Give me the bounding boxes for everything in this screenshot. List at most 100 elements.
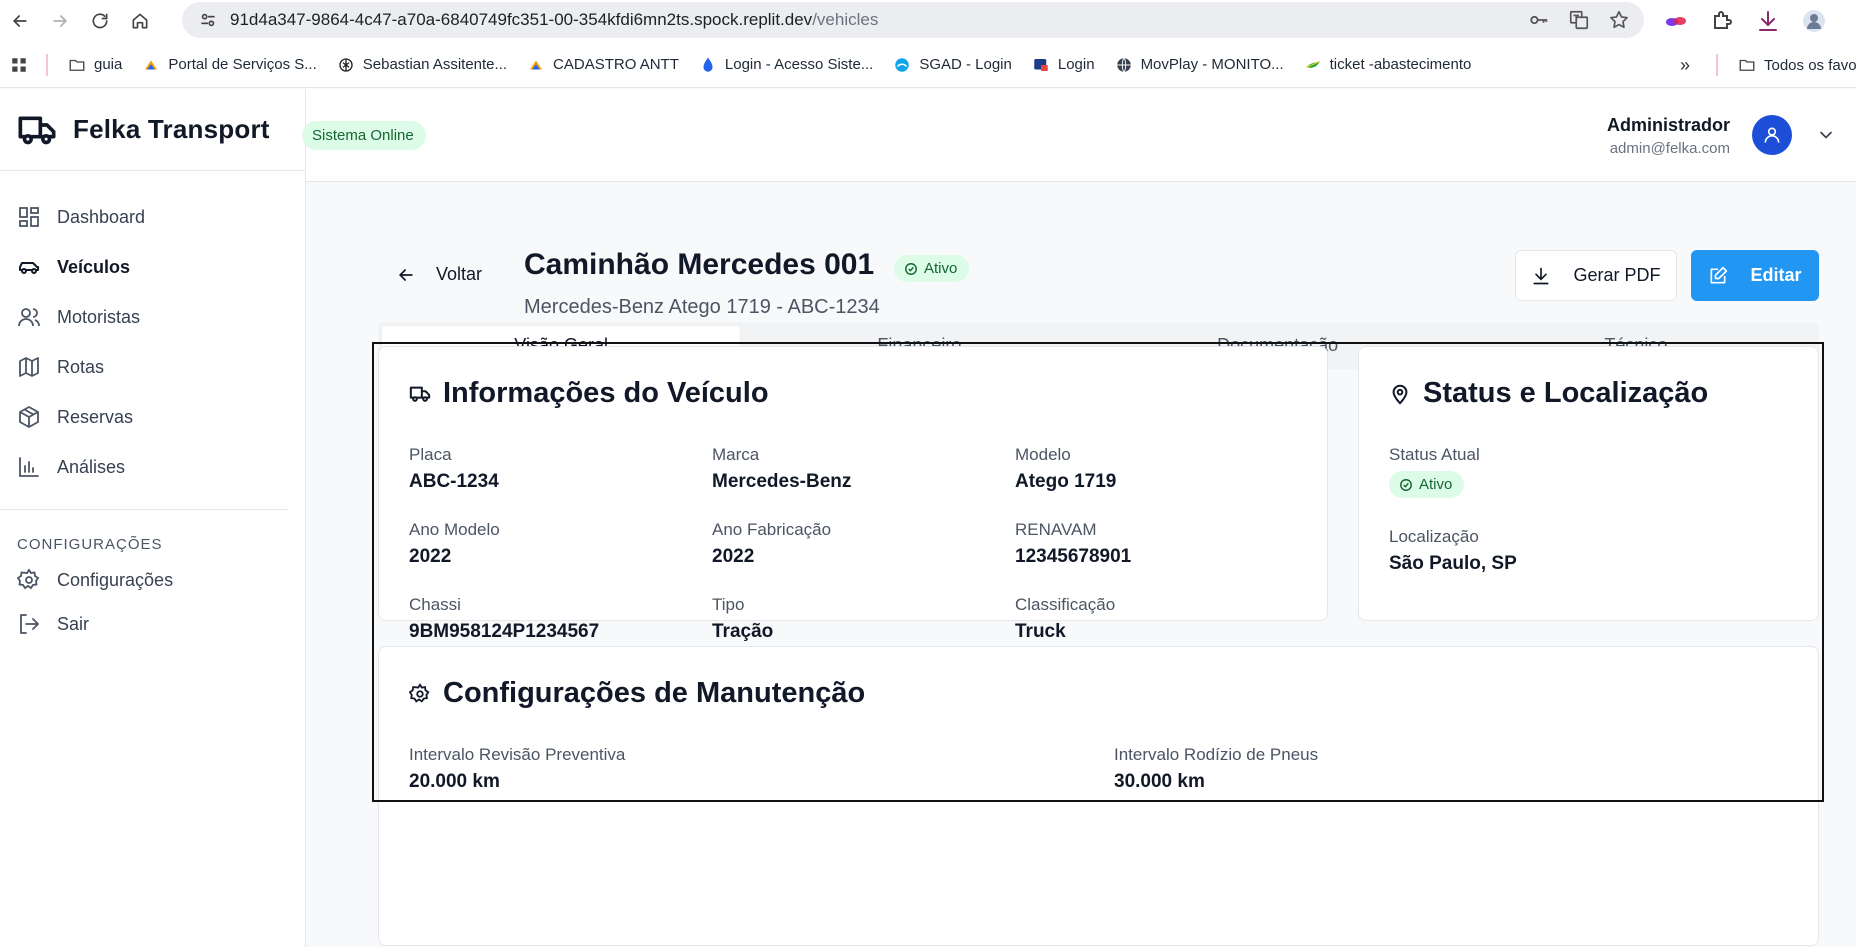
status-label: Ativo [924, 260, 958, 277]
card-title: Informações do Veículo [409, 377, 769, 410]
browser-toolbar: 91d4a347-9864-4c47-a70a-6840749fc351-00-… [0, 0, 1856, 42]
sidebar-item-dashboard[interactable]: Dashboard [0, 192, 305, 242]
user-icon [1764, 127, 1780, 143]
field-value: 12345678901 [1015, 546, 1132, 567]
card-title: Configurações de Manutenção [409, 677, 865, 710]
edit-label: Editar [1750, 265, 1802, 285]
gov-icon [145, 60, 158, 69]
sidebar-item-label: Dashboard [57, 206, 146, 227]
status-badge: Ativo [894, 255, 970, 282]
url-path: /vehicles [812, 10, 879, 29]
profile-avatar-icon[interactable] [1802, 9, 1826, 33]
gear-icon [17, 568, 40, 590]
bookmark-movplay[interactable]: MovPlay - MONITO... [1115, 56, 1284, 74]
field-classificacao: Classificação Truck [1015, 595, 1115, 643]
field-value: 20.000 km [409, 771, 500, 792]
sidebar-item-label: Veículos [57, 256, 131, 277]
field-value: Mercedes-Benz [712, 471, 852, 492]
field-label: Intervalo Revisão Preventiva [409, 745, 626, 764]
field-label: Status Atual [1389, 445, 1480, 464]
bookmark-sgad[interactable]: SGAD - Login [893, 56, 1012, 74]
all-bookmarks[interactable]: Todos os favo [1738, 42, 1856, 88]
reload-icon[interactable] [80, 0, 120, 42]
logout-icon [20, 614, 39, 634]
bookmark-antt[interactable]: CADASTRO ANTT [527, 56, 679, 74]
status-badge: Ativo [1389, 471, 1465, 498]
field-value: São Paulo, SP [1389, 553, 1517, 574]
bookmark-login-acesso[interactable]: Login - Acesso Siste... [699, 56, 873, 74]
bookmark-sebastian[interactable]: Sebastian Assitente... [337, 56, 507, 74]
truck-logo-icon [18, 116, 56, 144]
sidebar-item-reservas[interactable]: Reservas [0, 392, 305, 442]
all-bookmarks-label: Todos os favo [1764, 56, 1856, 74]
field-label: Ano Fabricação [712, 520, 832, 539]
system-online-badge: Sistema Online [302, 121, 426, 150]
apps-grid-icon[interactable] [10, 56, 28, 74]
card-title: Status e Localização [1389, 377, 1708, 410]
field-localizacao: Localização São Paulo, SP [1389, 527, 1517, 575]
edit-button[interactable]: Editar [1691, 250, 1819, 301]
bookmark-label: Portal de Serviços S... [168, 56, 317, 73]
card-title-text: Informações do Veículo [443, 377, 769, 409]
bookmark-label: Login [1057, 56, 1095, 73]
download-icon[interactable] [1756, 9, 1780, 33]
sidebar-item-motoristas[interactable]: Motoristas [0, 292, 305, 342]
field-chassi: Chassi 9BM958124P1234567 [409, 595, 599, 643]
key-icon[interactable] [1528, 9, 1550, 31]
user-info[interactable]: Administrador admin@felka.com [1607, 115, 1730, 157]
bookmark-label: guia [94, 56, 123, 73]
gov-icon [530, 60, 543, 69]
address-bar[interactable]: 91d4a347-9864-4c47-a70a-6840749fc351-00-… [182, 2, 1644, 38]
bookmark-ticket[interactable]: ticket -abastecimento [1304, 56, 1471, 74]
card-title-text: Status e Localização [1423, 377, 1709, 409]
app-root: Felka Transport Dashboard Veículos Motor… [0, 89, 1856, 947]
generate-pdf-button[interactable]: Gerar PDF [1515, 250, 1677, 301]
bookmark-portal[interactable]: Portal de Serviços S... [142, 56, 317, 74]
chevron-down-icon[interactable] [1816, 125, 1836, 145]
more-bookmarks-chevron-icon[interactable]: » [1680, 42, 1690, 88]
bookmark-separator [1716, 54, 1718, 76]
brand[interactable]: Felka Transport [0, 89, 305, 171]
field-label: Ano Modelo [409, 520, 500, 539]
translate-icon[interactable] [1568, 9, 1590, 31]
top-header: Sistema Online Administrador admin@felka… [302, 89, 1856, 182]
field-label: RENAVAM [1015, 520, 1097, 539]
field-renavam: RENAVAM 12345678901 [1015, 520, 1131, 568]
leaf-icon [1305, 60, 1320, 68]
bookmark-label: MovPlay - MONITO... [1140, 56, 1284, 73]
sidebar-item-sair[interactable]: Sair [0, 602, 305, 646]
sidebar-item-rotas[interactable]: Rotas [0, 342, 305, 392]
status-label: Ativo [1419, 476, 1453, 493]
sidebar-divider [0, 509, 289, 510]
back-button[interactable]: Voltar [396, 264, 482, 285]
users-icon [18, 308, 40, 327]
site-settings-icon[interactable] [198, 10, 218, 30]
bookmark-guia[interactable]: guia [68, 56, 122, 74]
extension-glasses-icon[interactable] [1664, 9, 1688, 33]
sidebar-item-label: Reservas [57, 406, 134, 427]
back-arrow-icon[interactable] [0, 0, 40, 42]
user-email: admin@felka.com [1609, 140, 1730, 157]
avatar[interactable] [1752, 115, 1792, 155]
sidebar-item-veiculos[interactable]: Veículos [0, 242, 305, 292]
sidebar-item-analises[interactable]: Análises [0, 442, 305, 492]
star-icon[interactable] [1608, 9, 1630, 31]
globe-icon [1116, 57, 1131, 72]
drop-icon [703, 57, 713, 72]
forward-arrow-icon[interactable] [40, 0, 80, 42]
package-icon [19, 406, 39, 428]
field-label: Classificação [1015, 595, 1116, 614]
bookmark-login[interactable]: Login [1032, 56, 1095, 74]
sidebar-item-configuracoes[interactable]: Configurações [0, 558, 305, 602]
bookmarks-bar: guia Portal de Serviços S... Sebastian A… [0, 42, 1856, 88]
home-icon[interactable] [120, 0, 160, 42]
field-modelo: Modelo Atego 1719 [1015, 445, 1116, 493]
pdf-label: Gerar PDF [1573, 265, 1661, 285]
puzzle-icon[interactable] [1710, 9, 1734, 33]
field-intervalo-revisao: Intervalo Revisão Preventiva 20.000 km [409, 745, 625, 793]
sidebar-item-label: Motoristas [57, 306, 141, 327]
field-tipo: Tipo Tração [712, 595, 773, 643]
field-value: Tração [712, 621, 774, 642]
sidebar-item-label: Sair [57, 613, 90, 634]
check-circle-icon [905, 262, 917, 275]
